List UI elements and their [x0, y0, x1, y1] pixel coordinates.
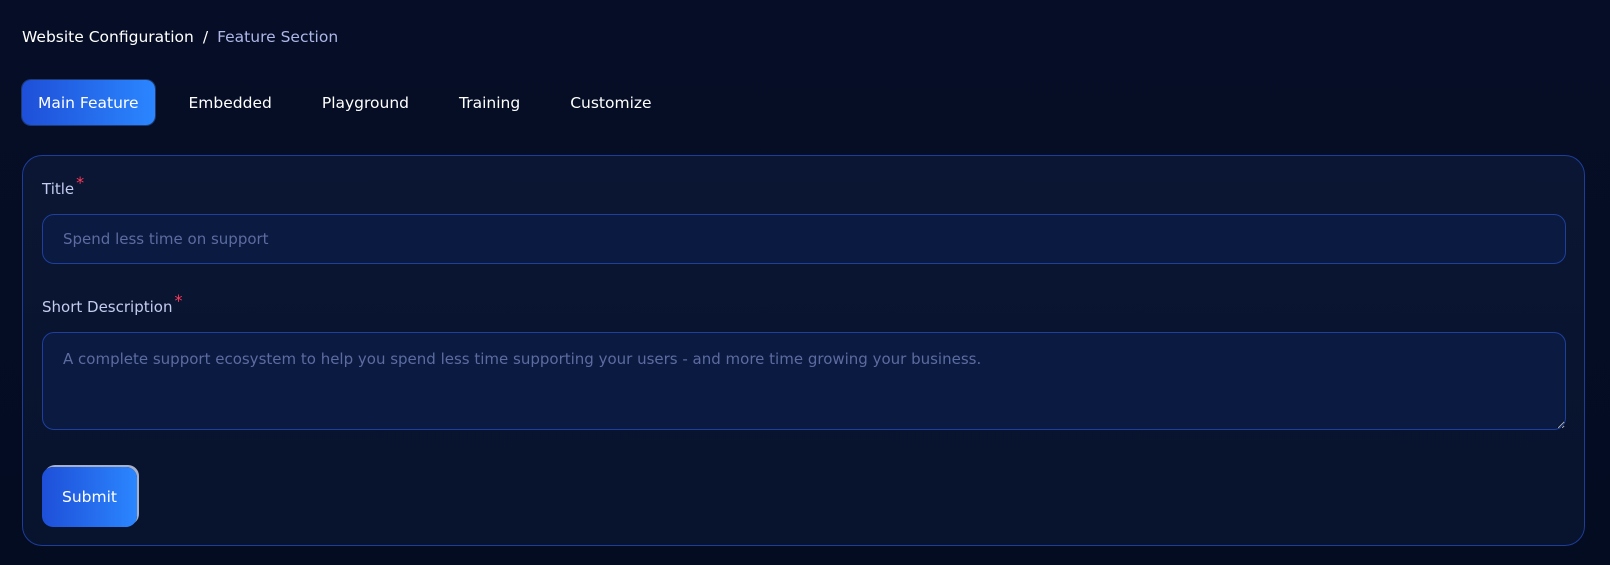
breadcrumb-root[interactable]: Website Configuration — [22, 28, 194, 46]
title-input[interactable] — [42, 214, 1566, 264]
submit-button[interactable]: Submit — [42, 467, 137, 527]
tab-customize[interactable]: Customize — [554, 80, 667, 125]
tab-bar: Main Feature Embedded Playground Trainin… — [22, 80, 686, 125]
breadcrumb-separator: / — [202, 28, 209, 46]
short-description-required-mark: * — [174, 291, 183, 310]
title-label-text: Title — [42, 180, 75, 198]
tab-training[interactable]: Training — [443, 80, 536, 125]
tab-main-feature[interactable]: Main Feature — [22, 80, 155, 125]
title-required-mark: * — [76, 173, 85, 192]
feature-form: Title * Short Description * Submit — [22, 155, 1585, 546]
short-description-label-text: Short Description — [42, 298, 173, 316]
feature-section-page: Website Configuration / Feature Section … — [0, 0, 1610, 565]
short-description-label: Short Description * — [42, 291, 183, 317]
short-description-textarea[interactable] — [42, 332, 1566, 430]
breadcrumb: Website Configuration / Feature Section — [22, 26, 338, 48]
title-label: Title * — [42, 173, 85, 199]
breadcrumb-current: Feature Section — [217, 28, 339, 46]
tab-playground[interactable]: Playground — [306, 80, 425, 125]
tab-embedded[interactable]: Embedded — [173, 80, 288, 125]
